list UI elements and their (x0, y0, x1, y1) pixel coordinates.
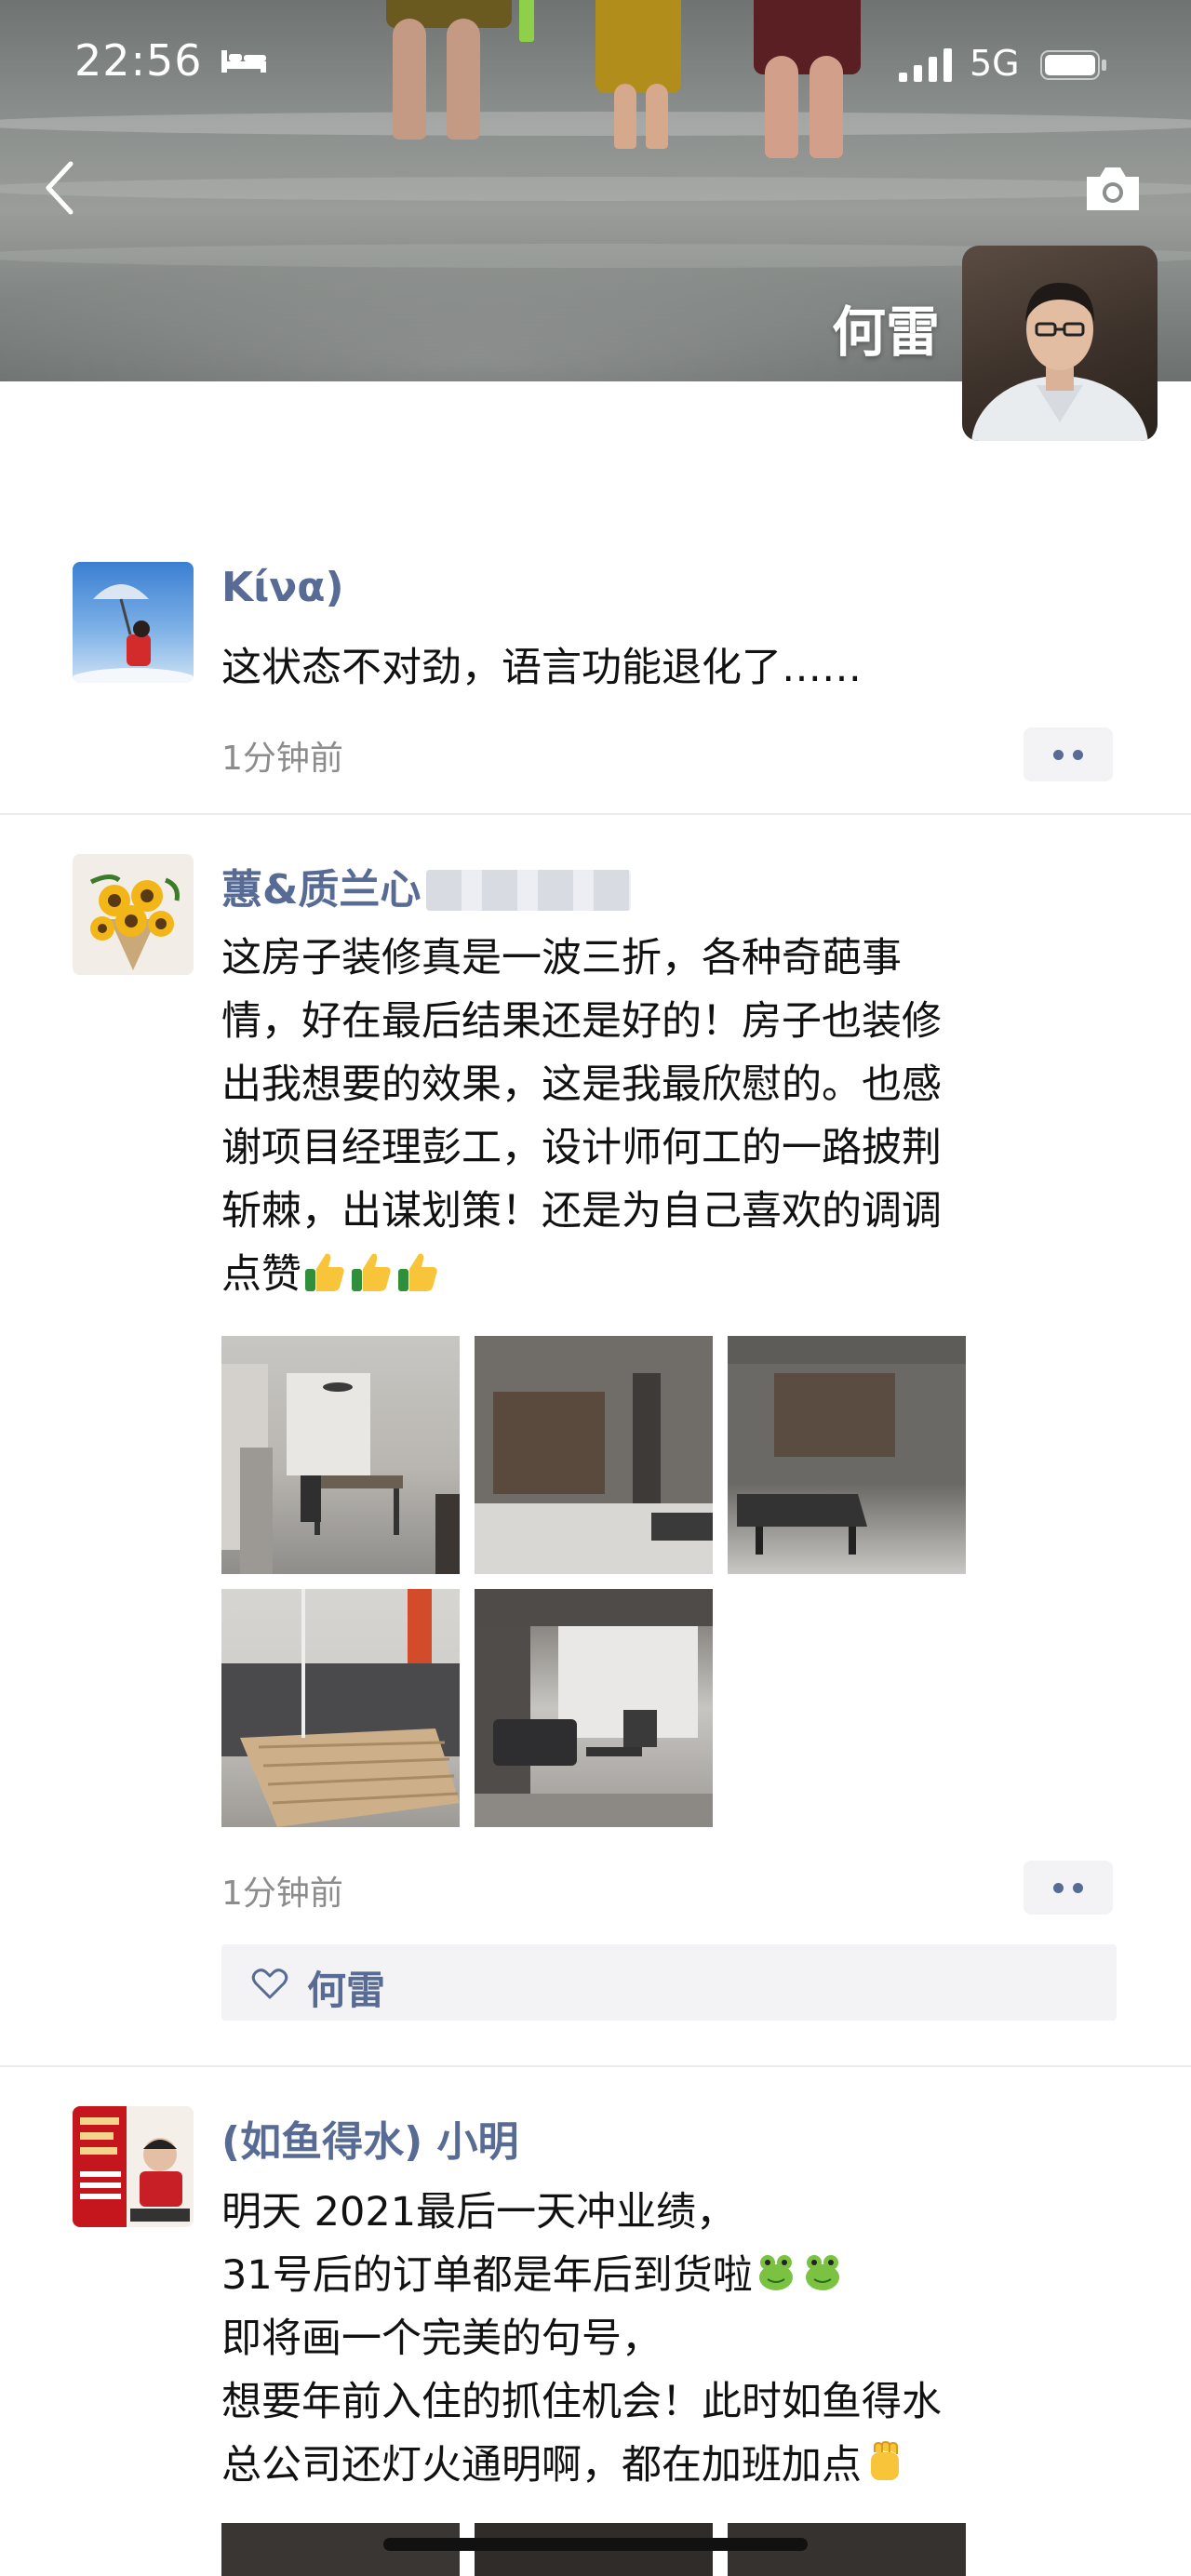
post-text-fragment: 点赞 (221, 1251, 301, 1298)
camera-icon[interactable] (1083, 164, 1143, 214)
person-portrait-icon (971, 283, 1148, 441)
sea-wave (0, 177, 1191, 201)
network-label: 5G (970, 43, 1020, 84)
umbrella-person-icon (73, 584, 194, 683)
home-indicator[interactable] (383, 2538, 808, 2551)
post-text-fragment: 总公司还灯火通明啊，都在加班加点 (221, 2442, 862, 2489)
post-photo[interactable] (475, 1336, 713, 1574)
toy-shape (519, 0, 534, 42)
frog-emoji-icon (805, 2255, 839, 2290)
author-avatar[interactable] (73, 2106, 194, 2227)
post-text-line: 即将画一个完美的句号， (221, 2316, 662, 2362)
post-photo[interactable] (475, 1589, 713, 1827)
status-time: 22:56 (74, 35, 203, 86)
author-name[interactable]: (如鱼得水) 小明 (221, 2108, 519, 2168)
post-text-line: 总公司还灯火通明啊，都在加班加点 (221, 2434, 1096, 2497)
dot-icon (1053, 750, 1064, 760)
tv-wall-photo (475, 1336, 713, 1574)
author-name-text: 蕙&质兰心 (221, 866, 422, 914)
post-text-line: 31号后的订单都是年后到货啦 (221, 2244, 1096, 2307)
author-name[interactable]: Kίνα) (221, 564, 344, 611)
back-arrow-icon[interactable] (41, 158, 78, 218)
post-time: 1分钟前 (221, 740, 343, 778)
thumbs-up-icon (352, 1253, 391, 1291)
post-text-line: 明天 2021最后一天冲业绩， (221, 2189, 737, 2236)
dress-shape (596, 0, 681, 93)
post-text-fragment: 31号后的订单都是年后到货啦 (221, 2252, 753, 2299)
post-text-line: 出我想要的效果，这是我最欣慰的。也感 (221, 1061, 942, 1108)
liker-name[interactable]: 何雷 (307, 1959, 385, 2016)
post-photo[interactable] (221, 1589, 460, 1827)
post-text: 这状态不对劲，语言功能退化了…… (221, 636, 1096, 700)
post-text-line: 斩棘，出谋划策！还是为自己喜欢的调调 (221, 1188, 942, 1235)
owner-name: 何雷 (831, 300, 940, 364)
post-divider (0, 2065, 1191, 2067)
post-text: 这房子装修真是一波三折，各种奇葩事 情，好在最后结果还是好的！房子也装修 出我想… (221, 927, 1096, 1306)
post-text-line: 想要年前入住的抓住机会！此时如鱼得水 (221, 2379, 942, 2425)
post-text: 明天 2021最后一天冲业绩， 31号后的订单都是年后到货啦 即将画一个完美的句… (221, 2181, 1096, 2497)
leg-shape (765, 56, 798, 158)
blurred-name-mask (426, 870, 632, 911)
author-avatar[interactable] (73, 854, 194, 975)
post-text-line: 谢项目经理彭工，设计师何工的一路披荆 (221, 1125, 942, 1171)
bedroom-photo (221, 1589, 460, 1827)
frog-emoji-icon (758, 2255, 793, 2290)
leg-shape (646, 84, 668, 149)
author-avatar[interactable] (73, 562, 194, 683)
sea-wave (0, 112, 1191, 136)
post-text-line: 这状态不对劲，语言功能退化了…… (221, 645, 862, 691)
post-text-last-line: 点赞 (221, 1243, 1096, 1306)
living-room-photo (728, 1336, 966, 1555)
dot-icon (1073, 750, 1083, 760)
leg-shape (393, 19, 426, 140)
dot-icon (1053, 1883, 1064, 1893)
more-actions-button[interactable] (1024, 1861, 1113, 1915)
owner-avatar[interactable] (962, 246, 1158, 441)
more-actions-button[interactable] (1024, 727, 1113, 781)
post-time: 1分钟前 (221, 1875, 343, 1913)
battery-icon (1040, 50, 1106, 80)
poster-avatar-icon (73, 2106, 190, 2227)
leg-shape (614, 84, 636, 149)
post-text-line: 这房子装修真是一波三折，各种奇葩事 (221, 935, 902, 981)
lounge-photo (475, 1589, 713, 1827)
sunflower-bouquet-icon (89, 874, 180, 970)
thumbs-up-icon (305, 1253, 344, 1291)
post-photo[interactable] (221, 1336, 460, 1574)
leg-shape (447, 19, 480, 140)
sleep-mode-icon (221, 50, 266, 73)
post-text-line: 情，好在最后结果还是好的！房子也装修 (221, 998, 942, 1045)
post-photo[interactable] (728, 1336, 966, 1574)
post-divider (0, 813, 1191, 815)
dot-icon (1073, 1883, 1083, 1893)
heart-icon (251, 1969, 288, 1999)
author-name[interactable]: 蕙&质兰心 (221, 856, 632, 915)
thumbs-up-icon (398, 1253, 437, 1291)
likes-panel: 何雷 (221, 1944, 1117, 2021)
fist-emoji-icon (871, 2440, 899, 2480)
dining-room-photo (221, 1364, 460, 1574)
signal-icon (899, 48, 952, 82)
leg-shape (810, 56, 843, 158)
